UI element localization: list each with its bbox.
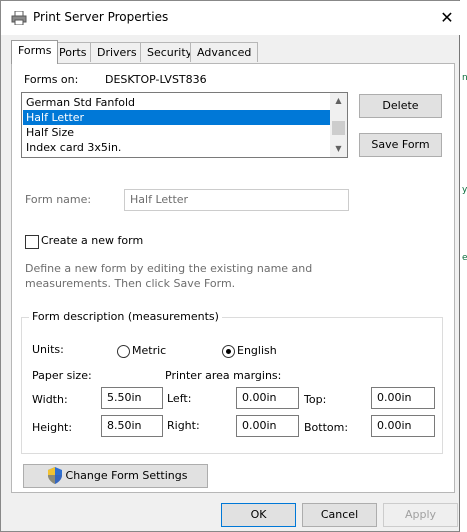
forms-on-label: Forms on:: [24, 73, 79, 86]
tab-advanced[interactable]: Advanced: [190, 42, 259, 62]
list-item[interactable]: Half Size: [23, 125, 333, 140]
bottom-margin-label: Bottom:: [304, 421, 349, 434]
listbox-scrollbar[interactable]: ▲ ▼: [330, 93, 347, 157]
height-label: Height:: [32, 421, 73, 434]
background-mark: n: [462, 73, 467, 83]
cancel-button[interactable]: Cancel: [302, 503, 377, 527]
apply-button[interactable]: Apply: [383, 503, 458, 527]
form-name-field[interactable]: Half Letter: [124, 189, 349, 211]
printer-area-margins-label: Printer area margins:: [165, 369, 282, 382]
window-title: Print Server Properties: [33, 10, 169, 24]
form-name-label: Form name:: [25, 193, 92, 206]
printer-icon: [11, 11, 27, 25]
background-mark: y: [462, 185, 467, 195]
paper-size-label: Paper size:: [32, 369, 92, 382]
left-margin-field[interactable]: 0.00in: [236, 387, 299, 409]
list-item[interactable]: Index card 3x5in.: [23, 140, 333, 155]
scroll-down-arrow-icon[interactable]: ▼: [330, 141, 347, 157]
help-text-line2: measurements. Then click Save Form.: [25, 277, 236, 290]
top-margin-field[interactable]: 0.00in: [371, 387, 435, 409]
width-label: Width:: [32, 393, 68, 406]
form-description-title: Form description (measurements): [29, 310, 222, 323]
delete-button[interactable]: Delete: [359, 94, 442, 118]
create-new-form-checkbox[interactable]: [25, 235, 39, 249]
print-server-properties-dialog: Print Server Properties ✕ Forms Ports Dr…: [0, 0, 461, 532]
server-name: DESKTOP-LVST836: [105, 73, 207, 86]
create-new-form-label[interactable]: Create a new form: [41, 234, 143, 247]
metric-radio[interactable]: [117, 345, 130, 358]
help-text-line1: Define a new form by editing the existin…: [25, 262, 313, 275]
change-form-settings-label: Change Form Settings: [65, 469, 188, 482]
height-field[interactable]: 8.50in: [101, 415, 163, 437]
tab-drivers[interactable]: Drivers: [90, 42, 144, 62]
top-margin-label: Top:: [304, 393, 327, 406]
scrollbar-thumb[interactable]: [332, 121, 345, 135]
right-margin-field[interactable]: 0.00in: [236, 415, 299, 437]
english-radio[interactable]: [222, 345, 235, 358]
close-icon[interactable]: ✕: [433, 4, 461, 32]
width-field[interactable]: 5.50in: [101, 387, 163, 409]
tab-forms[interactable]: Forms: [11, 40, 59, 64]
background-mark: e: [462, 253, 467, 263]
units-label: Units:: [32, 343, 64, 356]
ok-button[interactable]: OK: [221, 503, 296, 527]
scroll-up-arrow-icon[interactable]: ▲: [330, 93, 347, 109]
title-bar: Print Server Properties ✕: [1, 1, 461, 35]
save-form-button[interactable]: Save Form: [359, 133, 442, 157]
right-margin-label: Right:: [167, 419, 200, 432]
list-item[interactable]: German Std Fanfold: [23, 95, 333, 110]
left-margin-label: Left:: [167, 392, 192, 405]
uac-shield-icon: [48, 467, 62, 484]
english-label[interactable]: English: [237, 344, 277, 357]
metric-label[interactable]: Metric: [132, 344, 166, 357]
forms-listbox[interactable]: German Std Fanfold Half Letter Half Size…: [21, 92, 348, 158]
bottom-margin-field[interactable]: 0.00in: [371, 415, 435, 437]
list-item-selected[interactable]: Half Letter: [23, 110, 333, 125]
